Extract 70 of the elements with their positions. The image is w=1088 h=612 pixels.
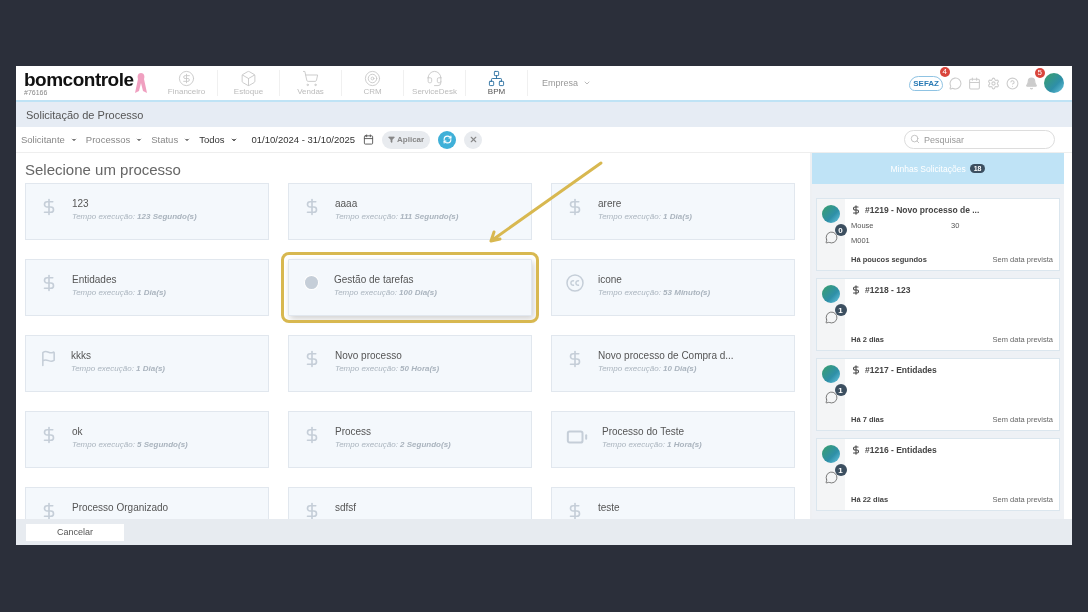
chat-icon[interactable] <box>949 76 962 90</box>
caret-icon <box>583 79 591 87</box>
cancel-button[interactable]: Cancelar <box>26 523 124 541</box>
process-card[interactable]: Entidades Tempo execução: 1 Dia(s) <box>25 259 269 316</box>
refresh-button[interactable] <box>438 130 457 149</box>
notification-badge: 4 <box>939 66 950 77</box>
close-icon <box>468 135 478 144</box>
target-icon <box>364 70 381 87</box>
comment-count: 1 <box>834 464 847 476</box>
process-card[interactable]: Novo processo Tempo execução: 50 Hora(s) <box>288 335 532 392</box>
bell-icon[interactable] <box>1025 76 1038 90</box>
cart-icon <box>302 70 319 87</box>
help-icon[interactable] <box>1006 76 1019 90</box>
user-avatar[interactable] <box>1044 73 1064 93</box>
filter-dropdown[interactable]: Status <box>151 134 192 145</box>
clear-button[interactable] <box>464 130 483 149</box>
request-title: #1218 - 123 <box>865 285 911 295</box>
network-icon <box>488 70 505 87</box>
request-title: #1217 - Entidades <box>865 365 937 375</box>
process-card[interactable]: Process Tempo execução: 2 Segundo(s) <box>288 411 532 468</box>
panel-title: Minhas Solicitações <box>890 163 966 174</box>
ribbon-icon <box>134 71 148 95</box>
comment-icon <box>824 311 838 324</box>
process-card[interactable]: arere Tempo execução: 1 Dia(s) <box>551 183 795 240</box>
comment-count: 0 <box>834 224 847 236</box>
page-title: Solicitação de Processo <box>26 108 144 121</box>
logo: bomcontrole <box>24 70 134 89</box>
process-card[interactable]: Processo Organizado <box>25 487 269 519</box>
section-heading: Selecione um processo <box>25 161 182 178</box>
filter-icon <box>388 136 396 143</box>
user-avatar <box>822 205 840 223</box>
process-card[interactable]: teste <box>551 487 795 519</box>
process-card[interactable]: 123 Tempo execução: 123 Segundo(s) <box>25 183 269 240</box>
filter-dropdown[interactable]: Solicitante <box>21 134 78 145</box>
dollar-icon <box>851 205 861 215</box>
request-title: #1219 - Novo processo de ... <box>865 205 980 215</box>
settings-icon[interactable] <box>987 76 1000 90</box>
comment-count: 1 <box>834 384 847 396</box>
dollar-icon <box>851 445 861 455</box>
process-card[interactable]: Processo do Teste Tempo execução: 1 Hora(s) <box>551 411 795 468</box>
user-avatar <box>822 445 840 463</box>
process-card[interactable]: aaaa Tempo execução: 111 Segundo(s) <box>288 183 532 240</box>
dollar-icon <box>851 365 861 375</box>
cc-icon <box>566 274 584 292</box>
filter-dropdown[interactable]: Todos <box>199 134 238 145</box>
search-icon <box>910 134 920 144</box>
flag-icon <box>40 350 57 367</box>
process-card[interactable]: icone Tempo execução: 53 Minuto(s) <box>551 259 795 316</box>
comment-count: 1 <box>834 304 847 316</box>
comment-icon <box>824 391 838 404</box>
headset-icon <box>426 70 443 87</box>
comment-icon <box>824 471 838 484</box>
user-avatar <box>822 365 840 383</box>
notification-badge: 5 <box>1034 67 1045 78</box>
request-title: #1216 - Entidades <box>865 445 937 455</box>
comment-icon <box>824 231 838 244</box>
refresh-icon <box>442 135 452 144</box>
date-range[interactable]: 01/10/2024 - 31/10/2025 <box>251 134 356 145</box>
process-card[interactable]: kkks Tempo execução: 1 Dia(s) <box>25 335 269 392</box>
dollar-icon <box>178 70 195 87</box>
user-avatar <box>822 285 840 303</box>
box-icon <box>240 70 257 87</box>
dollar-icon <box>851 285 861 295</box>
process-card[interactable]: ok Tempo execução: 5 Segundo(s) <box>25 411 269 468</box>
search-field[interactable]: Pesquisar <box>904 130 1055 149</box>
process-card[interactable]: sdfsf <box>288 487 532 519</box>
filter-dropdown[interactable]: Processos <box>85 134 144 145</box>
process-card[interactable]: Novo processo de Compra d... Tempo execução: 10 Dia(s) <box>551 335 795 392</box>
calendar-icon[interactable] <box>363 134 375 145</box>
module-tab[interactable]: BPM <box>466 70 528 96</box>
